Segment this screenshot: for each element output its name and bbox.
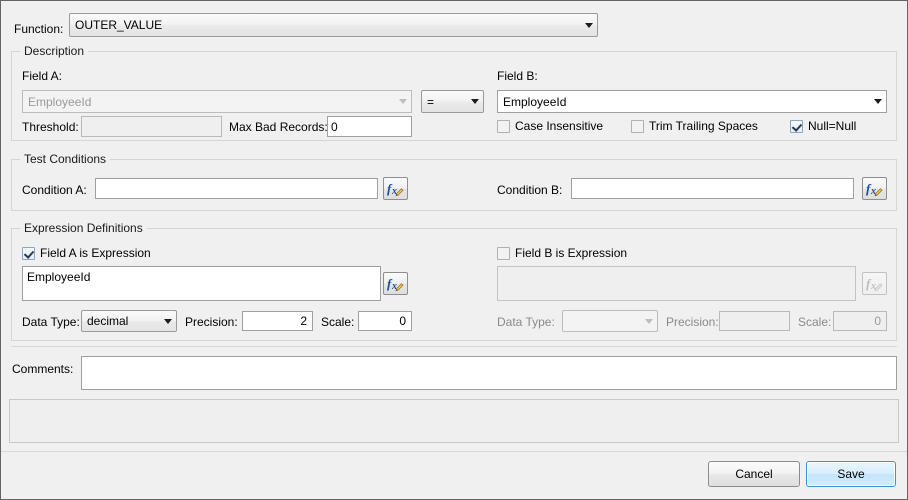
field-a-is-expression-checkbox[interactable]: Field A is Expression (22, 246, 151, 260)
field-b-expression-textarea[interactable] (497, 266, 856, 301)
operator-combobox[interactable]: = (421, 90, 484, 113)
expression-definitions-group-title: Expression Definitions (20, 221, 147, 235)
condition-b-label: Condition B: (497, 183, 563, 197)
chevron-down-icon (869, 91, 886, 112)
function-editor-dialog: Function: OUTER_VALUE Description Field … (1, 1, 907, 499)
field-a-scale-input[interactable] (358, 311, 412, 331)
field-a-combobox-value: EmployeeId (28, 94, 92, 109)
function-editor-icon: f x (866, 276, 883, 292)
field-b-label: Field B: (497, 69, 538, 83)
test-conditions-group-title: Test Conditions (20, 152, 111, 166)
condition-b-function-editor-button[interactable]: f x (862, 177, 887, 200)
trim-trailing-spaces-checkbox[interactable]: Trim Trailing Spaces (631, 119, 758, 133)
field-a-precision-input[interactable] (242, 311, 313, 331)
chevron-down-icon (466, 91, 483, 112)
checkbox-box (631, 119, 644, 133)
condition-a-label: Condition A: (22, 183, 87, 197)
cancel-button[interactable]: Cancel (708, 461, 800, 487)
field-a-scale-label: Scale: (321, 315, 355, 329)
field-b-is-expression-label: Field B is Expression (515, 246, 628, 260)
field-b-is-expression-checkbox[interactable]: Field B is Expression (497, 246, 627, 260)
threshold-input[interactable] (81, 116, 222, 137)
field-a-function-editor-button[interactable]: f x (383, 272, 408, 295)
chevron-down-icon (159, 311, 176, 331)
comments-label: Comments: (12, 362, 74, 376)
chevron-down-icon (640, 311, 657, 331)
field-a-data-type-combobox[interactable]: decimal (81, 310, 177, 332)
case-insensitive-label: Case Insensitive (515, 119, 604, 133)
checkbox-box (497, 246, 510, 260)
field-b-combobox-value: EmployeeId (503, 94, 567, 109)
field-a-combobox[interactable]: EmployeeId (22, 90, 412, 113)
field-b-scale-label: Scale: (798, 315, 832, 329)
field-a-is-expression-label: Field A is Expression (40, 246, 151, 260)
condition-a-input[interactable] (95, 178, 378, 199)
function-editor-icon: f x (387, 181, 404, 197)
max-bad-records-input[interactable] (327, 116, 412, 137)
function-label: Function: (14, 22, 64, 36)
checkbox-box (22, 246, 35, 260)
function-editor-icon: f x (387, 276, 404, 292)
function-combobox[interactable]: OUTER_VALUE (69, 13, 598, 37)
condition-b-input[interactable] (571, 178, 854, 199)
comments-textarea[interactable] (81, 356, 897, 390)
field-a-precision-label: Precision: (185, 315, 238, 329)
checkbox-box (790, 119, 803, 133)
description-group-title: Description (20, 44, 89, 58)
chevron-down-icon (394, 91, 411, 112)
function-combobox-value: OUTER_VALUE (75, 18, 163, 32)
field-b-data-type-combobox[interactable] (562, 310, 658, 332)
save-button[interactable]: Save (806, 461, 896, 487)
field-b-data-type-label: Data Type: (497, 315, 555, 329)
field-a-data-type-label: Data Type: (22, 315, 80, 329)
message-panel (9, 399, 899, 443)
function-editor-icon: f x (866, 181, 883, 197)
case-insensitive-checkbox[interactable]: Case Insensitive (497, 119, 603, 133)
trim-trailing-spaces-label: Trim Trailing Spaces (649, 119, 758, 133)
chevron-down-icon (580, 14, 597, 36)
field-b-combobox[interactable]: EmployeeId (497, 90, 887, 113)
field-b-scale-input[interactable] (833, 311, 887, 331)
condition-a-function-editor-button[interactable]: f x (383, 177, 408, 200)
threshold-label: Threshold: (22, 120, 79, 134)
field-b-function-editor-button[interactable]: f x (862, 272, 887, 295)
null-equals-null-checkbox[interactable]: Null=Null (790, 119, 856, 133)
max-bad-records-label: Max Bad Records: (229, 120, 328, 134)
comments-divider (11, 346, 897, 347)
null-equals-null-label: Null=Null (808, 119, 857, 133)
field-a-expression-textarea[interactable] (22, 266, 381, 301)
field-a-data-type-value: decimal (87, 314, 129, 328)
operator-combobox-value: = (427, 94, 435, 109)
footer-divider (1, 451, 907, 452)
field-b-precision-input[interactable] (719, 311, 790, 331)
checkbox-box (497, 119, 510, 133)
field-a-label: Field A: (22, 69, 63, 83)
field-b-precision-label: Precision: (666, 315, 719, 329)
